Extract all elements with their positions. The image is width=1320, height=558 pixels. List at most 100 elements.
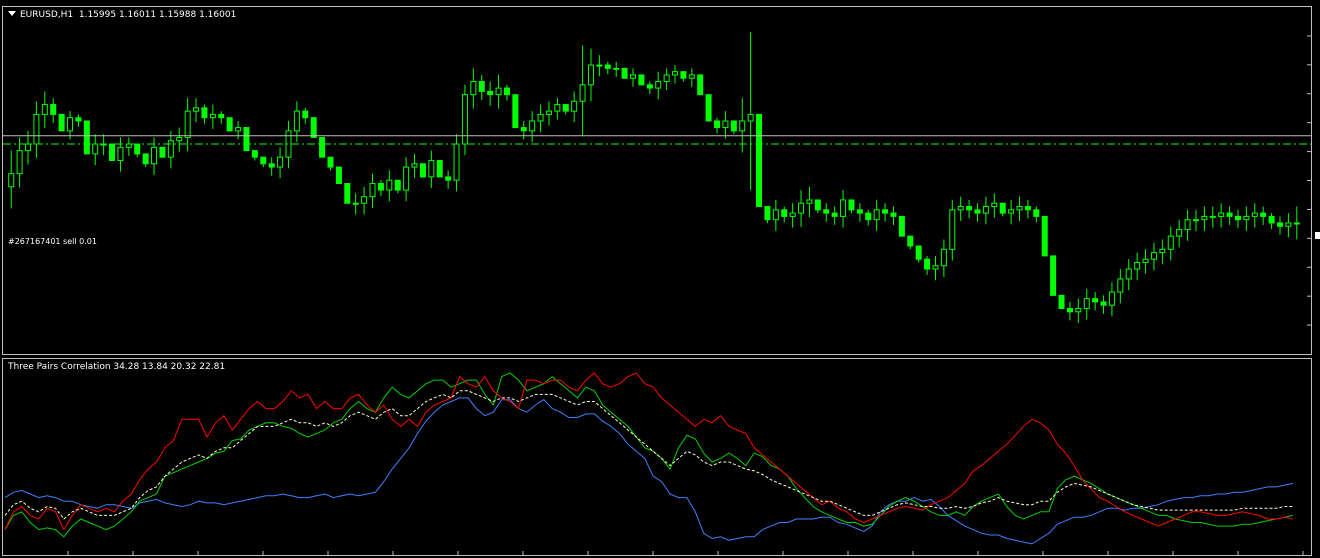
- indicator-pane[interactable]: Three Pairs Correlation 34.28 13.84 20.3…: [2, 358, 1312, 556]
- candle-body: [1184, 219, 1191, 231]
- candle-body: [1167, 235, 1174, 250]
- candle-body: [613, 67, 620, 70]
- candle-body: [361, 196, 368, 204]
- price-scale[interactable]: [1312, 6, 1320, 355]
- candle-body: [890, 212, 897, 217]
- candle-body: [117, 146, 124, 161]
- candle-body: [882, 209, 889, 214]
- candle-body: [142, 153, 149, 165]
- candle-body: [520, 127, 527, 132]
- candle-body: [352, 202, 359, 205]
- chart-symbol: EURUSD,H1: [20, 10, 74, 20]
- candle-body: [453, 143, 460, 181]
- candle-body: [134, 143, 141, 155]
- candle-body: [554, 104, 561, 112]
- candle-body: [1033, 209, 1040, 217]
- candle-body: [587, 64, 594, 86]
- candle-body: [856, 209, 863, 214]
- candle-body: [865, 212, 872, 221]
- candle-body: [596, 64, 603, 67]
- candle-body: [604, 64, 611, 69]
- candle-body: [1243, 215, 1250, 221]
- candle-body: [184, 110, 191, 138]
- candle-body: [940, 248, 947, 267]
- candle-body: [243, 127, 250, 152]
- candle-body: [92, 143, 99, 155]
- candle-body: [756, 113, 763, 208]
- candle-body: [840, 199, 847, 217]
- candle-body: [260, 156, 267, 165]
- candle-body: [218, 113, 225, 119]
- correlation-line-red: [4, 372, 1294, 531]
- indicator-scale[interactable]: [1312, 358, 1320, 556]
- candle-body: [848, 199, 855, 211]
- candle-body: [739, 120, 746, 132]
- candle-body: [772, 209, 779, 221]
- candle-body: [579, 84, 586, 102]
- candle-body: [823, 209, 830, 214]
- candle-body: [386, 179, 393, 191]
- candle-body: [1218, 212, 1225, 217]
- candle-body: [982, 206, 989, 214]
- candle-body: [924, 258, 931, 270]
- order-label[interactable]: #267167401 sell 0.01: [8, 237, 97, 247]
- triangle-down-icon[interactable]: [8, 11, 16, 16]
- candle-body: [957, 206, 964, 211]
- price-chart-pane[interactable]: EURUSD,H1 1.15995 1.16011 1.15988 1.1600…: [2, 6, 1312, 355]
- candle-body: [403, 166, 410, 191]
- candle-body: [1159, 248, 1166, 254]
- candle-body: [235, 127, 242, 132]
- candle-body: [1260, 212, 1267, 217]
- candle-body: [277, 156, 284, 168]
- candle-body: [798, 202, 805, 214]
- candle-body: [8, 173, 15, 188]
- candle-body: [974, 209, 981, 214]
- candle-body: [75, 117, 82, 122]
- candle-body: [1117, 278, 1124, 293]
- chart-ohlc: 1.15995 1.16011 1.15988 1.16001: [78, 10, 237, 20]
- candle-body: [1016, 206, 1023, 211]
- candle-body: [445, 176, 452, 181]
- candle-body: [310, 117, 317, 138]
- candle-body: [1125, 268, 1132, 280]
- candle-body: [991, 202, 998, 208]
- candle-body: [705, 94, 712, 122]
- candle-body: [58, 113, 65, 132]
- candle-body: [478, 81, 485, 92]
- candle-body: [1285, 222, 1292, 227]
- candle-body: [1234, 215, 1241, 221]
- candle-body: [663, 74, 670, 83]
- candle-body: [251, 150, 258, 158]
- candle-body: [764, 206, 771, 221]
- candle-body: [1134, 261, 1141, 270]
- candle-body: [688, 74, 695, 79]
- candle-body: [319, 136, 326, 158]
- candle-body: [747, 113, 754, 122]
- candle-body: [411, 163, 418, 168]
- candle-body: [537, 113, 544, 122]
- candle-body: [461, 94, 468, 145]
- candle-body: [1066, 308, 1073, 313]
- candle-body: [1209, 215, 1216, 218]
- candle-body: [151, 146, 158, 165]
- candle-body: [672, 71, 679, 76]
- candle-body: [1083, 298, 1090, 310]
- candle-body: [1108, 291, 1115, 306]
- candle-body: [83, 120, 90, 155]
- candle-body: [1100, 301, 1107, 306]
- candle-body: [344, 183, 351, 204]
- candle-body: [428, 159, 435, 178]
- indicator-title: Three Pairs Correlation 34.28 13.84 20.3…: [8, 362, 226, 372]
- candle-body: [335, 166, 342, 185]
- candle-body: [638, 74, 645, 86]
- candle-body: [176, 136, 183, 142]
- candle-body: [436, 159, 443, 178]
- candle-body: [512, 94, 519, 129]
- correlation-line-average: [4, 390, 1293, 520]
- candle-body: [621, 67, 628, 79]
- candle-body: [789, 212, 796, 217]
- candle-body: [680, 71, 687, 79]
- candle-body: [781, 209, 788, 217]
- candle-body: [293, 110, 300, 132]
- candle-body: [470, 81, 477, 96]
